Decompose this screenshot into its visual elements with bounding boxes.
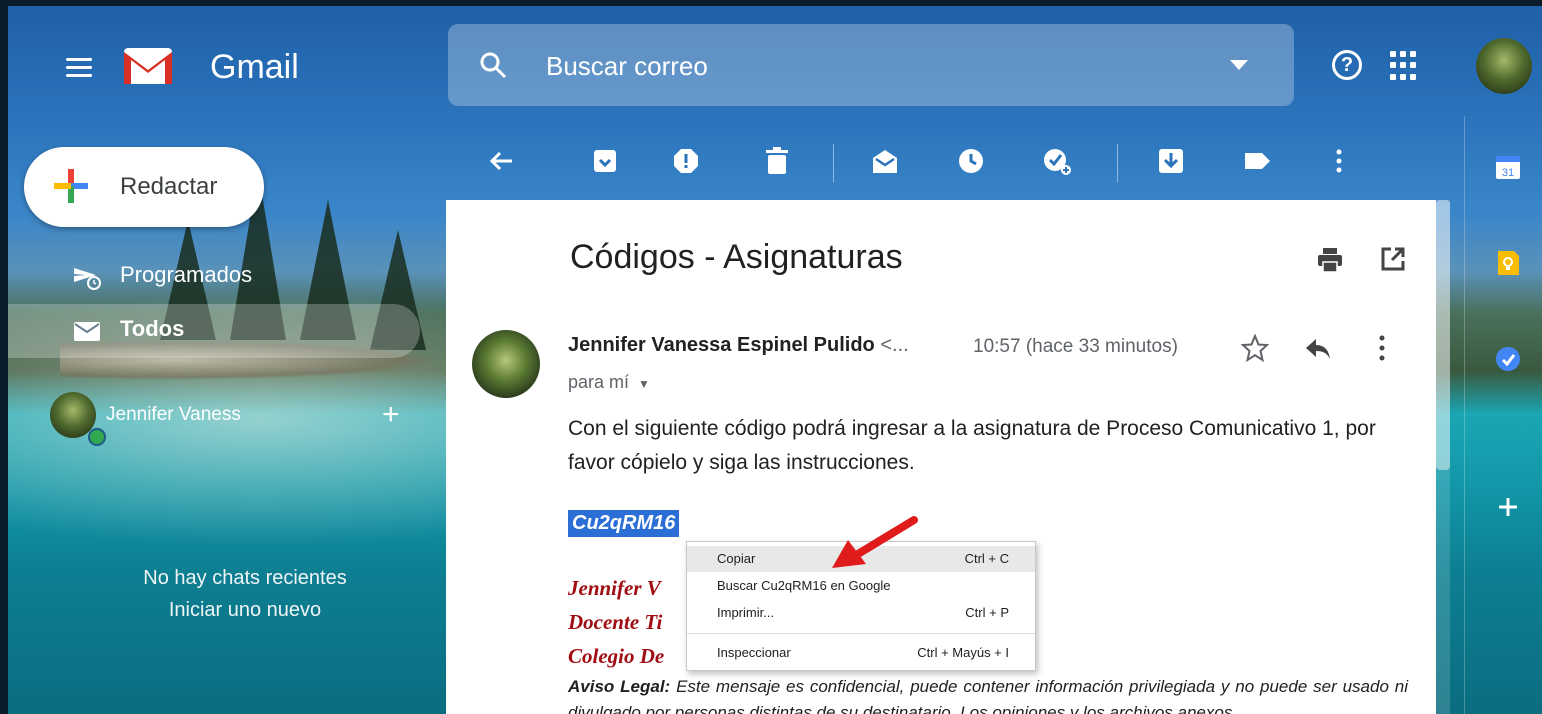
menu-item-label: Buscar Cu2qRM16 en Google	[717, 578, 891, 593]
add-task-icon[interactable]	[1042, 146, 1072, 176]
help-icon[interactable]: ?	[1332, 50, 1362, 80]
no-recent-chats: No hay chats recientes Iniciar uno nuevo	[80, 562, 410, 626]
sidebar-item-label: Programados	[120, 262, 253, 287]
new-chat-plus-icon[interactable]: +	[382, 398, 400, 432]
search-input[interactable]	[544, 48, 1148, 84]
sender-name: Jennifer Vanessa Espinel Pulido	[568, 334, 875, 356]
snooze-clock-icon[interactable]	[956, 146, 986, 176]
sender-line[interactable]: Jennifer Vanessa Espinel Pulido <...	[568, 334, 909, 357]
legal-text: Este mensaje es confidencial, puede cont…	[568, 677, 1408, 714]
email-timestamp: 10:57 (hace 33 minutos)	[973, 336, 1178, 357]
compose-plus-icon	[54, 169, 88, 203]
scheduled-send-icon	[74, 268, 101, 290]
menu-item-label: Copiar	[717, 551, 756, 566]
sender-avatar[interactable]	[472, 330, 540, 398]
label-icon[interactable]	[1242, 146, 1272, 176]
apps-grid-icon[interactable]	[1390, 51, 1420, 81]
move-to-icon[interactable]	[1156, 146, 1186, 176]
context-menu-inspect[interactable]: Inspeccionar Ctrl + Mayús + I	[687, 640, 1035, 666]
compose-button[interactable]: Redactar	[24, 147, 264, 227]
reply-icon[interactable]	[1304, 336, 1332, 362]
keep-notes-icon[interactable]	[1495, 250, 1521, 276]
get-addons-plus-icon[interactable]	[1495, 494, 1521, 520]
toolbar-separator	[833, 144, 834, 182]
account-avatar[interactable]	[1476, 38, 1532, 94]
trash-icon[interactable]	[762, 146, 792, 176]
sidebar-item-label: Todos	[120, 316, 185, 341]
archive-icon[interactable]	[590, 146, 620, 176]
context-menu-search-google[interactable]: Buscar Cu2qRM16 en Google	[687, 573, 1035, 599]
calendar-icon[interactable]: 31	[1495, 154, 1521, 180]
online-status-icon	[88, 428, 106, 446]
sidebar-item-programados[interactable]: Programados	[8, 250, 420, 304]
print-icon[interactable]	[1316, 246, 1344, 274]
menu-item-label: Imprimir...	[717, 605, 775, 620]
email-subject: Códigos - Asignaturas	[570, 238, 903, 276]
search-bar[interactable]	[448, 24, 1294, 106]
recipient-dropdown[interactable]: para mí ▼	[568, 372, 650, 393]
message-more-icon[interactable]	[1378, 334, 1386, 362]
main-menu-icon[interactable]	[66, 58, 92, 78]
search-options-chevron-icon[interactable]	[1230, 60, 1248, 70]
search-icon[interactable]	[478, 50, 508, 80]
message-toolbar	[476, 140, 1376, 190]
signature-line: Docente Ti	[568, 610, 663, 634]
start-new-chat-link[interactable]: Iniciar uno nuevo	[80, 594, 410, 626]
context-menu-print[interactable]: Imprimir... Ctrl + P	[687, 600, 1035, 626]
menu-item-shortcut: Ctrl + C	[964, 551, 1009, 566]
gmail-logo-icon[interactable]	[123, 46, 173, 86]
frame-edge	[0, 0, 8, 714]
back-arrow-icon[interactable]	[486, 146, 516, 176]
chat-contact[interactable]: Jennifer Vaness +	[50, 388, 450, 446]
report-spam-icon[interactable]	[671, 146, 701, 176]
recipient-label: para mí	[568, 372, 630, 392]
open-in-new-window-icon[interactable]	[1380, 246, 1406, 272]
signature-line: Colegio De	[568, 644, 665, 668]
mark-unread-icon[interactable]	[870, 146, 900, 176]
annotation-arrow-icon	[832, 516, 918, 568]
side-panel: 31	[1464, 116, 1542, 714]
legal-notice: Aviso Legal: Este mensaje es confidencia…	[568, 674, 1408, 714]
toolbar-separator	[1117, 144, 1118, 182]
no-chats-text: No hay chats recientes	[143, 567, 347, 589]
signature-line: Jennifer V	[568, 576, 661, 600]
menu-item-shortcut: Ctrl + Mayús + I	[917, 645, 1009, 660]
gmail-wordmark[interactable]: Gmail	[210, 48, 299, 87]
chevron-down-icon: ▼	[638, 377, 650, 391]
menu-item-label: Inspeccionar	[717, 645, 791, 660]
sender-email: <...	[880, 334, 909, 356]
svg-text:31: 31	[1502, 167, 1514, 179]
star-icon[interactable]	[1241, 334, 1269, 362]
sidebar-item-todos[interactable]: Todos	[8, 304, 420, 358]
chat-contact-name: Jennifer Vaness	[106, 404, 241, 425]
menu-separator	[687, 633, 1035, 634]
all-mail-icon	[74, 322, 100, 341]
tasks-icon[interactable]	[1495, 346, 1521, 372]
scrollbar-thumb[interactable]	[1436, 200, 1450, 470]
legal-label: Aviso Legal:	[568, 677, 671, 696]
menu-item-shortcut: Ctrl + P	[965, 605, 1009, 620]
email-body: Con el siguiente código podrá ingresar a…	[568, 417, 1376, 474]
more-options-icon[interactable]	[1324, 146, 1354, 176]
compose-label: Redactar	[120, 173, 218, 200]
top-bar: Gmail ?	[8, 6, 1542, 116]
gmail-window: Gmail ? Redactar Progr	[0, 0, 1542, 714]
selected-code-text[interactable]: Cu2qRM16	[568, 510, 680, 537]
